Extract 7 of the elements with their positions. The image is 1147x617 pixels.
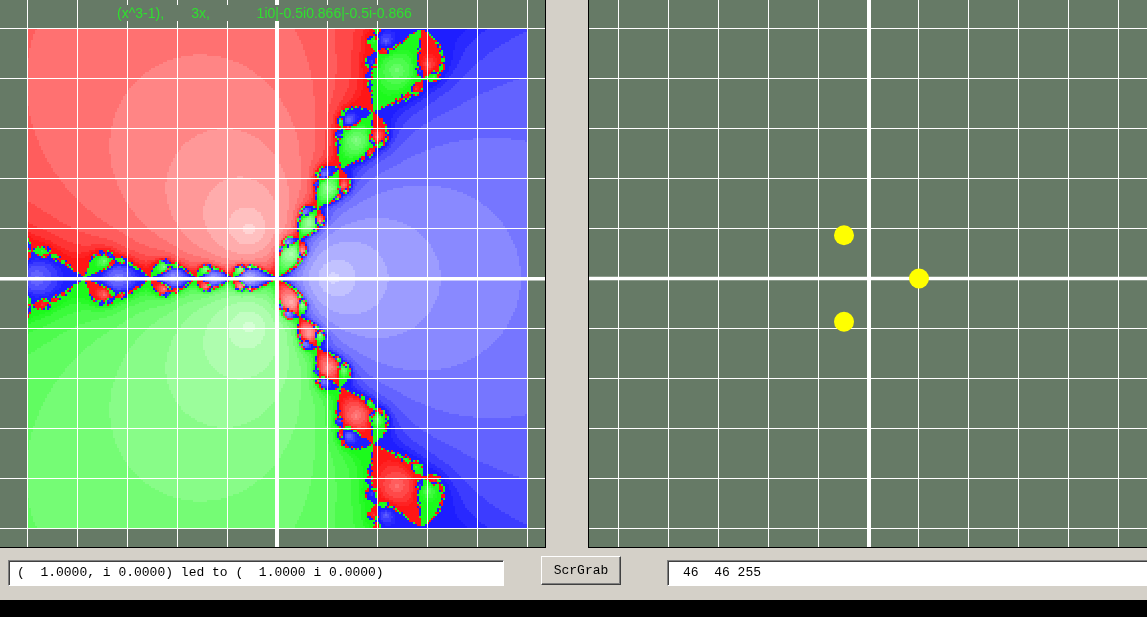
point-marker: [834, 225, 854, 246]
formula-label: (x^3-1), 3x, 1i0|-0.5i0.866|-0.5i-0.866: [117, 5, 412, 21]
point-marker: [834, 311, 854, 332]
color-value-field[interactable]: 46 46 255: [667, 560, 1147, 586]
screen-grab-button[interactable]: ScrGrab: [541, 556, 621, 585]
point-marker: [909, 268, 929, 289]
result-field[interactable]: ( 1.0000, i 0.0000) led to ( 1.0000 i 0.0000): [8, 560, 504, 586]
